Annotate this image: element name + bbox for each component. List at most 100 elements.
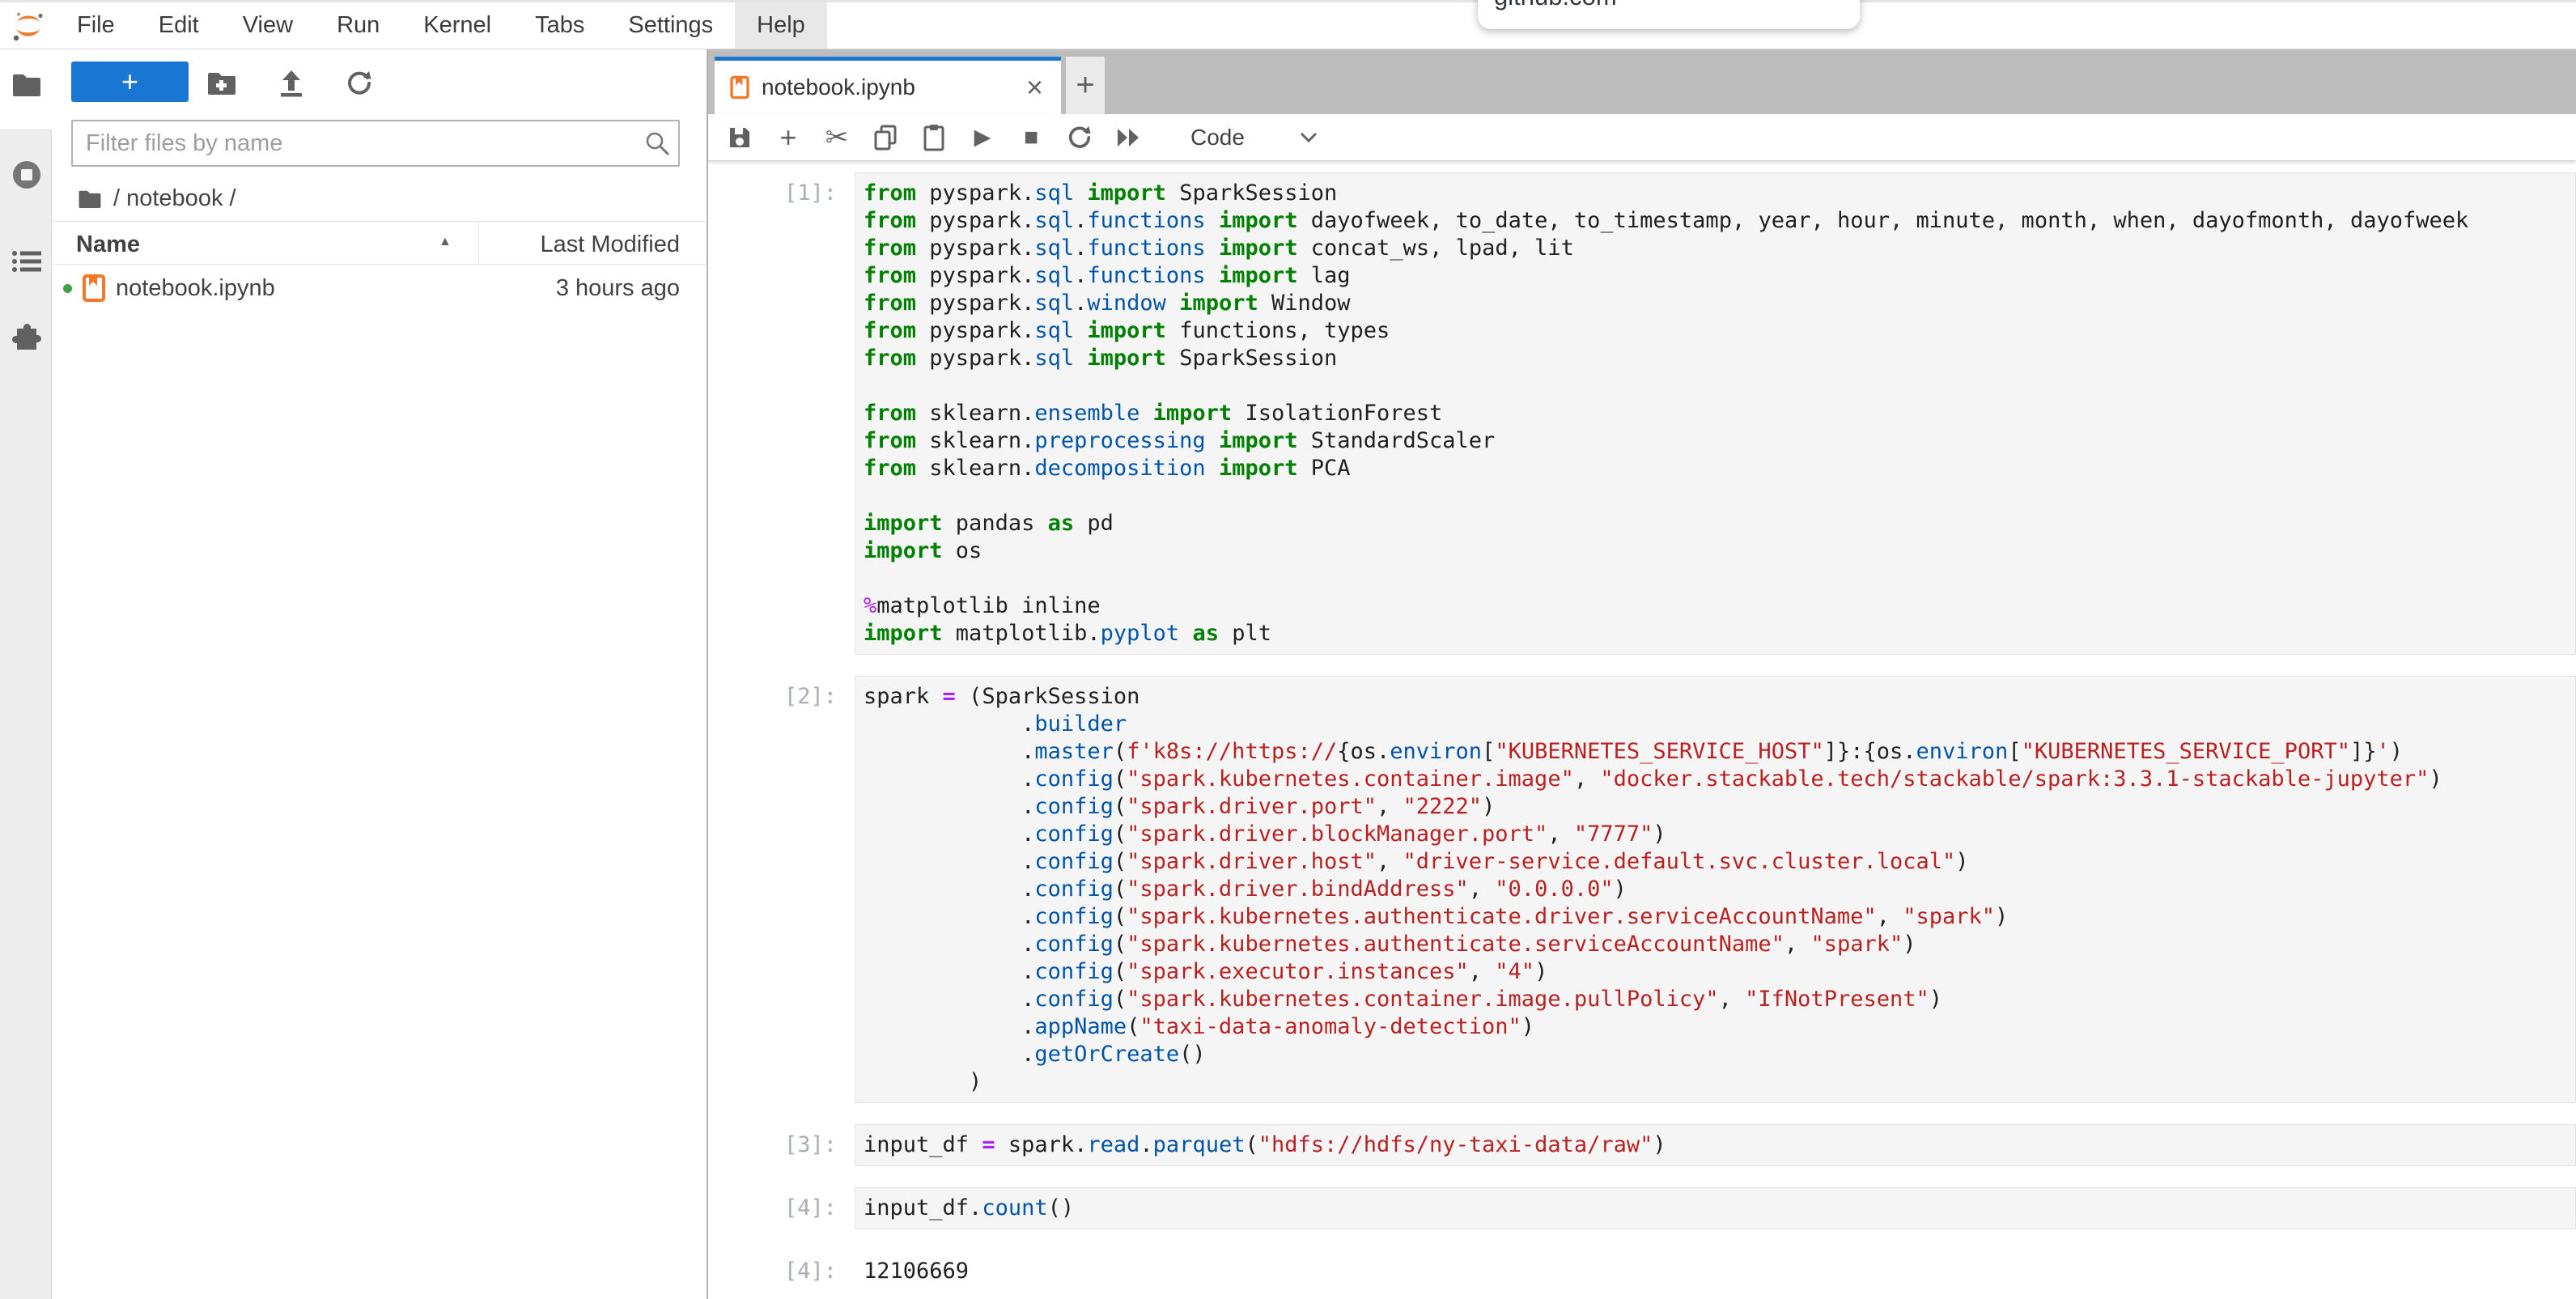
- popup-domain-text: github.com: [1494, 0, 1617, 11]
- file-browser-tab[interactable]: [11, 69, 43, 101]
- running-kernels-icon: [11, 159, 43, 191]
- file-name: notebook.ipynb: [116, 275, 275, 302]
- menu-file[interactable]: File: [55, 2, 137, 49]
- output-prompt: [4]:: [708, 1250, 855, 1293]
- column-header-modified[interactable]: Last Modified: [541, 231, 681, 258]
- input-prompt: [2]:: [708, 676, 855, 1103]
- code-line: .config("spark.kubernetes.container.imag…: [864, 986, 2569, 1013]
- code-line: .getOrCreate(): [864, 1041, 2569, 1068]
- code-line: .config("spark.kubernetes.container.imag…: [864, 766, 2569, 793]
- cell-editor[interactable]: input_df.count(): [855, 1187, 2576, 1229]
- code-line: .config("spark.kubernetes.authenticate.s…: [864, 931, 2569, 958]
- code-line: ): [864, 1068, 2569, 1096]
- cell-editor[interactable]: input_df = spark.read.parquet("hdfs://hd…: [855, 1124, 2576, 1166]
- jupyterlab-shell: + / noteb: [0, 49, 2576, 1299]
- new-tab-button[interactable]: +: [1066, 57, 1105, 114]
- code-line: input_df = spark.read.parquet("hdfs://hd…: [864, 1131, 2569, 1159]
- code-line: .appName("taxi-data-anomaly-detection"): [864, 1013, 2569, 1041]
- tab-notebook[interactable]: notebook.ipynb ×: [715, 57, 1061, 114]
- insert-cell-button[interactable]: +: [766, 119, 810, 156]
- code-line: .config("spark.driver.blockManager.port"…: [864, 821, 2569, 848]
- dock-tab-bar: notebook.ipynb × +: [708, 49, 2576, 114]
- copy-icon: [874, 125, 897, 151]
- restart-icon: [1067, 125, 1093, 151]
- close-tab-icon[interactable]: ×: [1026, 73, 1043, 102]
- copy-cells-button[interactable]: [864, 119, 907, 156]
- breadcrumb-path[interactable]: / notebook /: [113, 185, 236, 212]
- running-sessions-tab[interactable]: [11, 159, 43, 191]
- upload-icon: [278, 70, 305, 97]
- restart-kernel-button[interactable]: [1058, 119, 1101, 156]
- breadcrumb: / notebook /: [78, 185, 236, 212]
- code-line: %matplotlib inline: [864, 592, 2569, 620]
- code-line: .config("spark.driver.port", "2222"): [864, 793, 2569, 821]
- notebook-tab-icon: [729, 75, 750, 100]
- paste-cells-button[interactable]: [912, 119, 956, 156]
- left-activity-bar: [0, 49, 52, 1299]
- input-prompt: [1]:: [708, 172, 855, 655]
- code-line: 12106669: [864, 1258, 2569, 1285]
- viewport-top-edge: [0, 0, 2576, 2]
- cut-cells-button[interactable]: ✂: [815, 119, 859, 156]
- activity-bar-background: [0, 129, 52, 1299]
- restart-run-all-button[interactable]: [1106, 119, 1150, 156]
- code-line: from sklearn.decomposition import PCA: [864, 455, 2569, 482]
- sort-ascending-icon[interactable]: ▲: [439, 235, 452, 249]
- main-menu-bar: File Edit View Run Kernel Tabs Settings …: [0, 2, 2576, 49]
- code-cell: [4]: input_df.count(): [708, 1187, 2576, 1229]
- table-of-contents-tab[interactable]: [11, 245, 43, 278]
- fast-forward-icon: [1116, 128, 1140, 147]
- save-button[interactable]: [718, 119, 762, 156]
- file-modified: 3 hours ago: [556, 275, 680, 302]
- code-line: from pyspark.sql.functions import lag: [864, 262, 2569, 290]
- cell-editor[interactable]: from pyspark.sql import SparkSessionfrom…: [855, 172, 2576, 655]
- menu-settings[interactable]: Settings: [606, 2, 735, 49]
- filter-files-input[interactable]: [71, 120, 680, 167]
- puzzle-icon: [11, 322, 43, 354]
- code-line: input_df.count(): [864, 1195, 2569, 1222]
- notebook-toolbar: + ✂ ▶ ■: [708, 114, 2576, 161]
- new-folder-icon: [206, 71, 237, 96]
- upload-button[interactable]: [274, 66, 309, 101]
- main-dock-panel: notebook.ipynb × + + ✂: [707, 49, 2576, 1299]
- menu-tabs[interactable]: Tabs: [513, 2, 606, 49]
- home-folder-icon[interactable]: [78, 189, 102, 209]
- notebook-file-icon: [82, 274, 106, 303]
- file-row-notebook[interactable]: notebook.ipynb 3 hours ago: [52, 265, 707, 312]
- code-line: .config("spark.kubernetes.authenticate.d…: [864, 903, 2569, 931]
- menu-edit[interactable]: Edit: [137, 2, 221, 49]
- code-line: import os: [864, 537, 2569, 565]
- code-line: .config("spark.driver.bindAddress", "0.0…: [864, 876, 2569, 903]
- interrupt-kernel-button[interactable]: ■: [1009, 119, 1053, 156]
- code-line: [864, 482, 2569, 510]
- code-cell: [1]:from pyspark.sql import SparkSession…: [708, 172, 2576, 655]
- code-line: [864, 372, 2569, 400]
- notebook-content: [1]:from pyspark.sql import SparkSession…: [708, 161, 2576, 1299]
- new-folder-button[interactable]: [204, 66, 240, 101]
- code-line: import matplotlib.pyplot as plt: [864, 620, 2569, 647]
- input-prompt: [4]:: [708, 1187, 855, 1229]
- jupyter-logo-icon: [10, 8, 47, 44]
- chevron-down-icon[interactable]: [1300, 132, 1318, 143]
- refresh-button[interactable]: [342, 66, 377, 101]
- code-line: import pandas as pd: [864, 510, 2569, 537]
- cell-editor[interactable]: spark = (SparkSession .builder .master(f…: [855, 676, 2576, 1103]
- output-area: [4]: 12106669: [708, 1250, 2576, 1293]
- column-header-name[interactable]: Name: [76, 231, 140, 258]
- new-launcher-button[interactable]: +: [71, 62, 189, 102]
- cell-output: 12106669: [855, 1250, 2576, 1293]
- input-prompt: [3]:: [708, 1124, 855, 1166]
- code-line: from pyspark.sql.window import Window: [864, 290, 2569, 317]
- menu-help[interactable]: Help: [735, 2, 827, 49]
- kernel-running-dot: [63, 284, 72, 293]
- cell-type-select[interactable]: Code: [1190, 125, 1245, 151]
- extension-manager-tab[interactable]: [11, 322, 43, 354]
- list-icon: [11, 248, 42, 274]
- menu-view[interactable]: View: [221, 2, 315, 49]
- run-cell-button[interactable]: ▶: [961, 119, 1004, 156]
- column-divider: [478, 222, 479, 264]
- code-line: .builder: [864, 711, 2569, 738]
- menu-kernel[interactable]: Kernel: [401, 2, 513, 49]
- menu-run[interactable]: Run: [315, 2, 401, 49]
- search-icon: [644, 130, 670, 156]
